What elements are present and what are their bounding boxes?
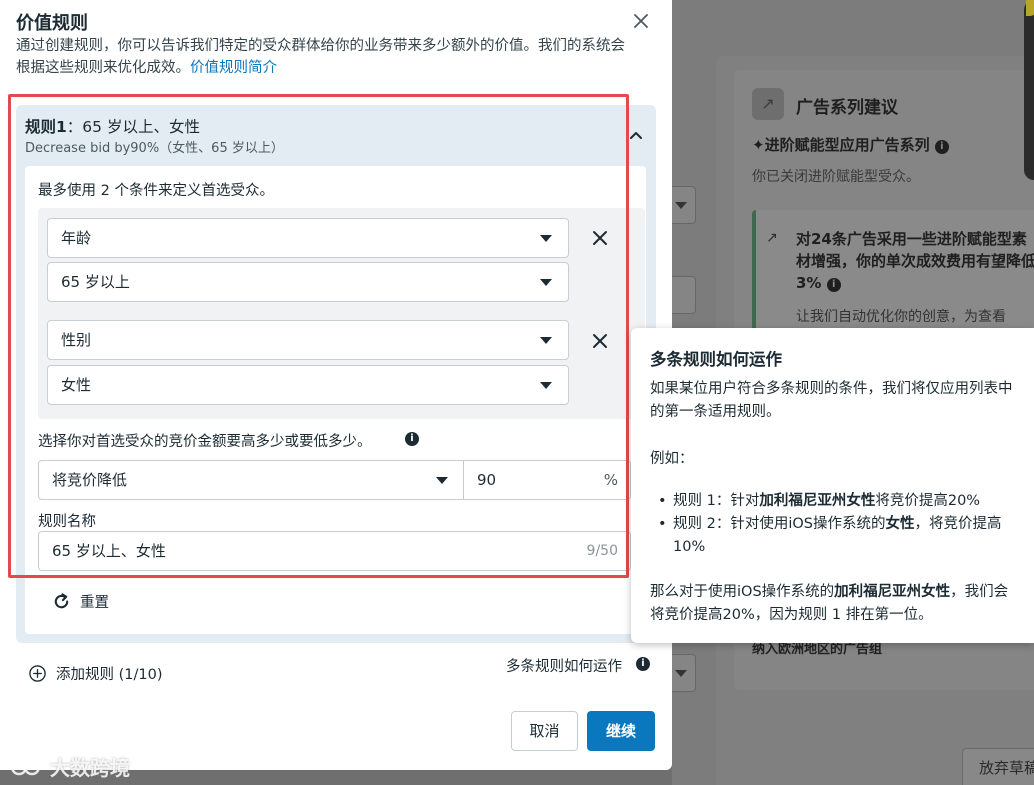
advantage-campaign-subtitle: ✦进阶赋能型应用广告系列 i [752,134,949,155]
refresh-icon [54,592,69,608]
modal-description: 通过创建规则，你可以告诉我们特定的受众群体给你的业务带来多少额外的价值。我们的系… [16,35,626,79]
x-icon [593,334,607,348]
chevron-up-icon [630,132,642,139]
suggestion-title: 对24条广告采用一些进阶赋能型素材增强，你的单次成效费用有望降低3% i [796,230,1034,292]
trend-icon: ↗ [752,88,784,120]
percent-unit: % [603,471,618,489]
plus-circle-icon [29,665,46,682]
background-edge-element [1024,0,1034,180]
info-icon: i [826,278,841,292]
abandon-draft-button: 放弃草稿 [962,748,1034,785]
close-icon [634,14,648,28]
tooltip-body: 如果某位用户符合多条规则的条件，我们将仅应用列表中的第一条适用规则。 [650,381,1013,420]
modal-description-text: 通过创建规则，你可以告诉我们特定的受众群体给你的业务带来多少额外的价值。我们的系… [16,38,625,76]
char-count: 9/50 [586,543,618,559]
info-icon[interactable]: i [636,657,650,671]
caret-down-icon [540,337,552,344]
tooltip-title: 多条规则如何运作 [650,350,782,369]
condition-type-select[interactable]: 年龄 [47,218,569,258]
rule-title: 规则1：65 岁以上、女性 [25,118,200,136]
trend-icon: ↗ [766,230,778,246]
caret-down-icon [675,670,687,677]
reset-button[interactable]: 重置 [52,591,109,611]
caret-down-icon [675,202,687,209]
list-item: 规则 1：针对加利福尼亚州女性将竞价提高20% [658,490,1018,513]
close-button[interactable] [630,10,652,32]
remove-condition-button[interactable] [590,228,610,248]
caret-down-icon [540,279,552,286]
condition-value-select[interactable]: 65 岁以上 [47,262,569,302]
tooltip-example-label: 例如： [650,451,694,467]
info-icon[interactable]: i [405,432,419,446]
condition-value-select[interactable]: 女性 [47,365,569,405]
tooltip-example-list: 规则 1：针对加利福尼亚州女性将竞价提高20% 规则 2：针对使用iOS操作系统… [658,490,1018,559]
watermark: 大数跨境 [10,752,130,781]
rule-subtitle: Decrease bid by90%（女性、65 岁以上） [25,141,284,156]
caret-down-icon [540,235,552,242]
condition-type-select[interactable]: 性别 [47,320,569,360]
cancel-button[interactable]: 取消 [511,711,578,751]
rule-name-label: 规则名称 [38,514,96,530]
how-multiple-rules-work-link[interactable]: 多条规则如何运作 [506,655,622,676]
advantage-note: 你已关闭进阶赋能型受众。 [752,169,920,185]
remove-condition-button[interactable] [590,331,610,351]
tooltip-conclusion: 那么对于使用iOS操作系统的加利福尼亚州女性，我们会将竞价提高20%，因为规则 … [650,584,1009,623]
info-icon: i [934,140,949,154]
suggestion-note: 让我们自动优化你的创意，为查看 [796,309,1006,325]
condition-hint: 最多使用 2 个条件来定义首选受众。 [38,183,274,199]
add-rule-button[interactable]: 添加规则 (1/10) [28,663,162,684]
x-icon [593,231,607,245]
caret-down-icon [540,382,552,389]
bid-percent-input[interactable]: 90 % [463,460,631,500]
modal-title: 价值规则 [16,13,88,34]
continue-button[interactable]: 继续 [587,711,655,751]
collapse-rule-button[interactable] [628,126,644,139]
watermark-logo-icon [10,758,41,775]
background-edge-accent [1026,0,1034,16]
bid-action-select[interactable]: 将竞价降低 [38,460,464,500]
value-rules-intro-link[interactable]: 价值规则简介 [190,60,277,76]
bid-adjust-hint: 选择你对首选受众的竞价金额要高多少或要低多少。 [38,434,372,450]
list-item: 规则 2：针对使用iOS操作系统的女性，将竞价提高10% [658,513,1018,559]
caret-down-icon [436,477,448,484]
campaign-suggestions-title: 广告系列建议 [796,98,898,118]
rule-name-input[interactable]: 65 岁以上、女性 9/50 [38,531,631,571]
